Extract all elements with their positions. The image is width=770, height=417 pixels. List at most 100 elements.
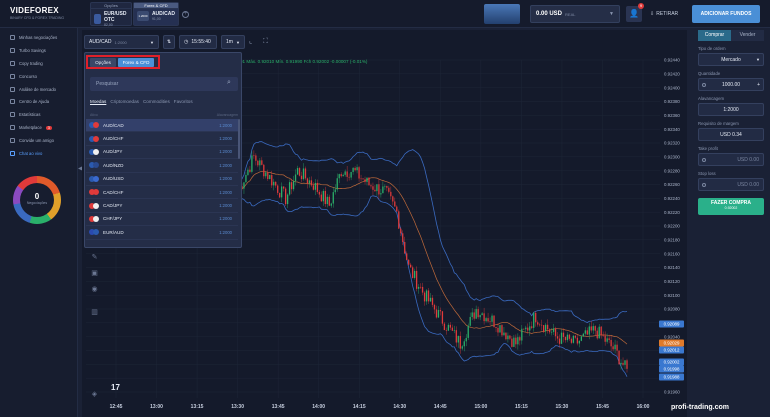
asset-leverage: 1:2000 bbox=[219, 122, 232, 128]
plus-icon[interactable]: + bbox=[757, 82, 760, 88]
asset-row[interactable]: AUD/USD 1:2000 bbox=[86, 173, 238, 186]
sidebar-item-live-chat[interactable]: Chat ao vivo bbox=[0, 147, 77, 160]
eye-icon[interactable]: ◉ bbox=[90, 285, 99, 294]
sell-tab[interactable]: Vender bbox=[731, 30, 764, 41]
leverage-field[interactable]: 1:2000 bbox=[698, 103, 764, 116]
currency-flags-icon bbox=[89, 229, 99, 236]
symbol-leverage: 1:2000 bbox=[114, 39, 127, 45]
add-tab-icon[interactable]: + bbox=[182, 11, 189, 18]
category-favorites[interactable]: Favoritos bbox=[174, 99, 193, 104]
asset-row[interactable]: AUD/CAD 1:2000 bbox=[86, 119, 238, 133]
asset-symbol: AUD/JPY bbox=[103, 149, 123, 155]
category-tabs: Moedas Criptomoedas Commodities Favorito… bbox=[90, 99, 193, 104]
asset-symbol: CAD/JPY bbox=[103, 203, 123, 209]
asset-row[interactable]: EUR/AUD 1:2000 bbox=[86, 226, 238, 240]
sidebar-item-my-trades[interactable]: Minhas negociações bbox=[0, 31, 77, 44]
sidebar-item-label: Convide um amigo bbox=[19, 138, 54, 144]
chevron-down-icon: ▼ bbox=[756, 57, 760, 62]
toggle-icon[interactable] bbox=[702, 182, 706, 187]
fullscreen-icon[interactable]: ⛶ bbox=[263, 35, 273, 49]
top-bar: VIDEFOREX BINARY CFD & FOREX TRADING Opç… bbox=[0, 0, 770, 28]
timeframe-selector[interactable]: 1m ▼ bbox=[221, 35, 245, 49]
asset-symbol: AUD/CAD bbox=[103, 122, 124, 128]
negotiations-count: 0 bbox=[34, 192, 40, 201]
sidebar-item-turbo-savings[interactable]: Turbo Savings bbox=[0, 44, 77, 57]
currency-flags-icon bbox=[89, 189, 99, 196]
category-crypto[interactable]: Criptomoedas bbox=[110, 99, 139, 104]
chart-type-icon[interactable]: ⌞ bbox=[249, 35, 259, 49]
asset-leverage: 1:2000 bbox=[219, 216, 232, 222]
clock-icon: ◷ bbox=[184, 39, 189, 45]
sidebar-item-label: Concurso bbox=[19, 73, 37, 79]
header-leverage: Alavancagem bbox=[216, 113, 238, 117]
order-type-select[interactable]: Mercado ▼ bbox=[698, 53, 764, 66]
asset-row[interactable]: AUD/CHF 1:2000 bbox=[86, 132, 238, 146]
asset-leverage: 1:2000 bbox=[219, 229, 232, 235]
buy-tab[interactable]: Comprar bbox=[698, 30, 731, 41]
sidebar: Minhas negociações Turbo Savings Copy tr… bbox=[0, 28, 78, 417]
asset-leverage: 1:2000 bbox=[219, 136, 232, 142]
chevron-down-icon: ▼ bbox=[150, 39, 154, 45]
toggle-icon[interactable] bbox=[702, 157, 706, 162]
asset-search-input[interactable]: Pesquisar bbox=[90, 77, 238, 91]
balance-selector[interactable]: 0.00 USD REAL ▼ bbox=[530, 5, 620, 23]
withdraw-button[interactable]: ⇩ RETIRAR bbox=[650, 6, 688, 22]
symbol-selector[interactable]: AUD/CAD 1:2000 ▼ bbox=[84, 35, 159, 49]
currency-flags-icon bbox=[89, 202, 99, 209]
asset-leverage: 1:2000 bbox=[219, 162, 232, 168]
asset-list: AUD/CAD 1:2000 AUD/CHF 1:2000 AUD/JPY 1:2000 A… bbox=[86, 119, 238, 240]
negotiations-label: Negociações bbox=[26, 201, 48, 205]
quantity-field[interactable]: 1000.00 + bbox=[698, 78, 764, 91]
asset-tab-price: 82,00 bbox=[103, 23, 113, 27]
trash-icon[interactable]: ▥ bbox=[90, 308, 99, 317]
buy-button[interactable]: FAZER COMPRA 0.92002 bbox=[698, 198, 764, 215]
clock-time: 15:55:40 bbox=[191, 39, 211, 45]
sidebar-item-statistics[interactable]: Estatísticas bbox=[0, 108, 77, 121]
asset-row[interactable]: CHF/JPY 1:2000 bbox=[86, 213, 238, 227]
sidebar-item-invite-friend[interactable]: Convide um amigo bbox=[0, 134, 77, 147]
notification-badge: 9 bbox=[638, 3, 644, 9]
trades-icon bbox=[10, 34, 15, 40]
asset-row[interactable]: AUD/NZD 1:2000 bbox=[86, 159, 238, 173]
sidebar-item-contest[interactable]: Concurso bbox=[0, 70, 77, 83]
margin-field: USD 0.34 bbox=[698, 128, 764, 141]
sidebar-item-label: Copy trading bbox=[19, 60, 43, 66]
category-commodities[interactable]: Commodities bbox=[143, 99, 170, 104]
brush-icon[interactable]: ✎ bbox=[90, 253, 99, 262]
logo[interactable]: VIDEFOREX BINARY CFD & FOREX TRADING bbox=[10, 6, 70, 22]
asset-tab-eurusd[interactable]: Opções EUR/USD OTC 82,00 bbox=[90, 2, 132, 27]
sidebar-item-label: Minhas negociações bbox=[19, 34, 58, 40]
minus-icon[interactable] bbox=[702, 82, 706, 87]
leverage-label: Alavancagem bbox=[698, 96, 725, 101]
sidebar-item-help-center[interactable]: Centro de Ajuda bbox=[0, 95, 77, 108]
add-funds-button[interactable]: ADICIONAR FUNDOS bbox=[692, 5, 760, 23]
asset-leverage: 1:2000 bbox=[219, 203, 232, 209]
invite-icon bbox=[10, 138, 15, 144]
clock-display: ◷ 15:55:40 bbox=[179, 35, 217, 49]
asset-tab-audcad[interactable]: Forex & CFD 1.2000 AUD/CAD 91,00 bbox=[133, 2, 179, 26]
sidebar-item-market-analysis[interactable]: Análise de mercado bbox=[0, 83, 77, 96]
ohlc-readout: 91 Máx. 0.92010 Mín. 0.91990 Fch 0.92002… bbox=[240, 59, 368, 64]
sidebar-item-copy-trading[interactable]: Copy trading bbox=[0, 57, 77, 70]
scrollbar[interactable] bbox=[238, 119, 240, 159]
tradingview-logo: 17 bbox=[111, 383, 120, 392]
stats-icon bbox=[10, 112, 15, 118]
asset-row[interactable]: CAD/JPY 1:2000 bbox=[86, 199, 238, 213]
sidebar-item-marketplace[interactable]: Marketplace 3 bbox=[0, 121, 77, 134]
symbol-name: AUD/CAD bbox=[89, 39, 112, 45]
indicators-icon[interactable]: ⇅ bbox=[163, 35, 175, 49]
treasure-chest-icon[interactable] bbox=[484, 4, 520, 24]
location-icon[interactable]: ◈ bbox=[90, 390, 99, 399]
help-icon bbox=[10, 99, 15, 105]
take-profit-field[interactable]: USD 0.00 bbox=[698, 153, 764, 166]
asset-row[interactable]: AUD/JPY 1:2000 bbox=[86, 146, 238, 160]
stop-loss-field[interactable]: USD 0.00 bbox=[698, 178, 764, 191]
asset-symbol: AUD/NZD bbox=[103, 162, 124, 168]
stop-loss-label: Stop loss bbox=[698, 171, 716, 176]
highlight-box bbox=[86, 55, 160, 69]
lock-icon[interactable]: ▣ bbox=[90, 269, 99, 278]
withdraw-label: RETIRAR bbox=[656, 11, 679, 17]
category-currencies[interactable]: Moedas bbox=[90, 99, 106, 104]
copy-icon bbox=[10, 60, 15, 66]
asset-row[interactable]: CAD/CHF 1:2000 bbox=[86, 186, 238, 200]
